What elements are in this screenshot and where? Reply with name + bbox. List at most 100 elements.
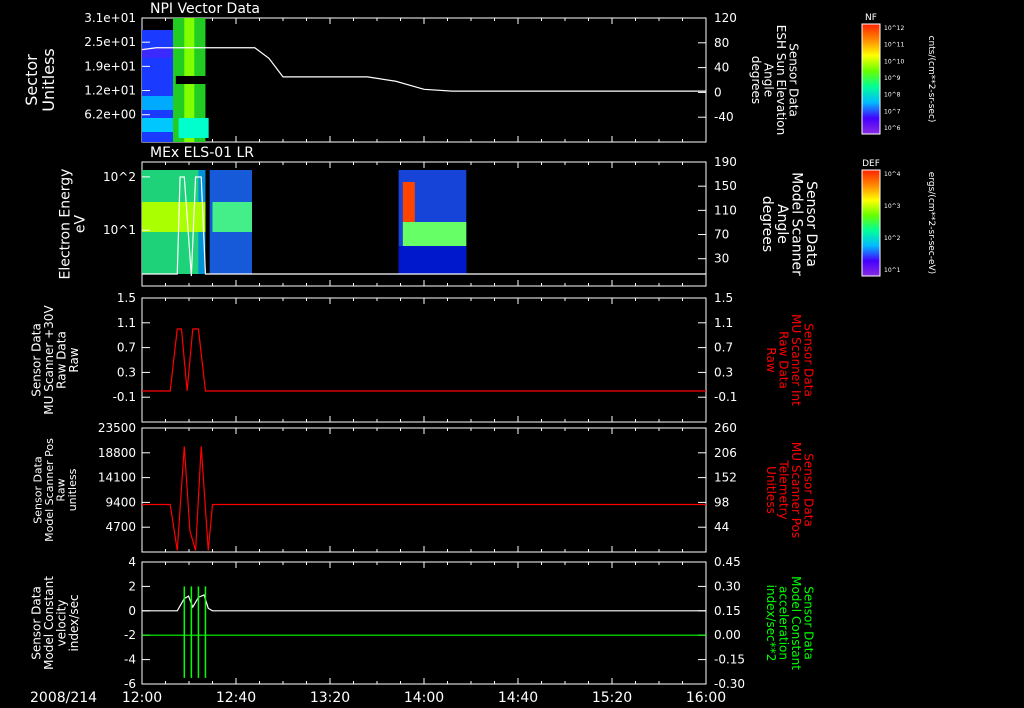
right-tick-label: 44 [714,520,729,534]
time-tick-label: 14:40 [498,690,538,706]
y-tick-label: 4 [128,555,136,569]
colorbar-tick-label: 10^4 [884,171,901,178]
y-tick-label: 0 [128,604,136,618]
heatmap-cell [212,202,252,232]
right-axis-label: Sensor DataESH Sun ElevationAngledegrees [749,25,801,135]
heatmap-cell [178,118,209,138]
heatmap-cell [402,182,415,222]
left-axis-label-line: index/sec [67,594,81,651]
right-tick-label: 0.30 [714,579,741,593]
y-tick-label: 2.5e+01 [84,35,136,49]
right-tick-label: 206 [714,446,737,460]
left-axis-label: Electron EnergyeV [58,169,89,280]
colorbar-tick-label: 10^2 [884,235,901,242]
right-axis-label: Sensor DataMU Scanner IntRaw DataRaw [764,314,816,406]
right-tick-label: 190 [714,155,737,169]
colorbar-tick-label: 10^11 [884,42,904,49]
right-tick-label: 40 [714,61,729,75]
y-tick-label: 0.3 [117,365,136,379]
right-axis-label-line: Sensor Data [803,181,819,267]
left-axis-label-line: Electron Energy [58,169,74,280]
y-tick-label: 10^2 [103,170,136,184]
right-tick-label: 0.45 [714,555,741,569]
left-axis-label-line: Raw [67,347,81,372]
right-tick-label: 120 [714,11,737,25]
left-axis-label: Sensor DataMU Scanner +30VRaw DataRaw [29,305,81,415]
panel-frame [141,297,707,423]
right-axis-label: Sensor DataModel Constantaccelerationind… [764,576,816,670]
right-tick-label: 70 [714,228,729,242]
y-tick-label: 4700 [105,520,136,534]
right-tick-label: 80 [714,36,729,50]
right-tick-label: 0.3 [714,365,733,379]
y-tick-label: 1.2e+01 [84,84,136,98]
colorbar-units: cnts/(cm**2-sr-sec) [926,36,936,123]
y-tick-label: 0.7 [117,341,136,355]
right-tick-label: 110 [714,203,737,217]
right-axis-label-line: Unitless [764,466,778,514]
y-tick-label: 1.5 [117,291,136,305]
heatmap-cell [142,202,206,232]
right-tick-label: 0.7 [714,341,733,355]
colorbar-tag: NF [865,13,877,23]
right-tick-label: 260 [714,421,737,435]
y-tick-label: -4 [124,653,136,667]
colorbar-tick-label: 10^10 [884,58,904,65]
colorbar-tag: DEF [862,159,880,169]
colorbar-units-line: ergs/(cm**2-sr-sec-eV) [926,172,936,274]
panel-frame [141,427,707,553]
right-axis-label-line: Raw [764,347,778,372]
colorbar-tick-label: 10^1 [884,267,901,274]
sensor-plot-stack: 3.1e+01 2.5e+01 1.9e+01 1.2e+01 6.2e+00 120 80… [22,1,936,706]
panel-title: NPI Vector Data [150,1,260,17]
right-tick-label: 1.1 [714,316,733,330]
time-tick-label: 12:40 [216,690,256,706]
y-tick-label: 1.1 [117,316,136,330]
right-tick-label: -0.30 [714,677,745,691]
heatmap-cell [402,222,467,246]
right-tick-label: -0.15 [714,653,745,667]
y-tick-label: 18800 [98,446,136,460]
heatmap-cell [175,76,226,84]
y-tick-label: -0.1 [113,390,136,404]
left-axis-label-line: Unitless [39,48,58,112]
right-axis-label: Sensor DataModel ScannerAngledegrees [759,172,819,276]
right-axis-label-line: index/sec**2 [764,585,778,662]
left-axis-label-line: eV [72,214,88,233]
y-tick-label: -6 [124,677,136,691]
panel-frame [141,561,707,685]
right-axis-label-line: degrees [759,196,775,252]
time-tick-label: 15:20 [592,690,632,706]
right-tick-label: 30 [714,252,729,266]
y-tick-label: 14100 [98,471,136,485]
time-tick-label: 16:00 [686,690,726,706]
right-axis-label: Sensor DataMU Scanner PosTelemetryUnitle… [764,442,816,538]
left-axis-label-line: unitless [66,468,79,511]
right-axis-label-line: Angle [774,204,790,244]
right-axis-label-line: Model Scanner [788,172,804,276]
left-axis-label: SectorUnitless [22,48,58,112]
time-tick-label: 13:20 [310,690,350,706]
right-axis-label-line: degrees [749,56,763,104]
y-tick-label: 10^1 [103,223,136,237]
heatmap-cell [398,246,467,274]
time-tick-label: 12:00 [122,690,162,706]
right-tick-label: 0.15 [714,604,741,618]
colorbar-units: ergs/(cm**2-sr-sec-eV) [926,172,936,274]
y-tick-label: 9400 [105,495,136,509]
colorbar-tick-label: 10^7 [884,108,901,115]
y-tick-label: -2 [124,628,136,642]
panel-frame [141,17,707,143]
right-tick-label: 98 [714,495,729,509]
y-tick-label: 23500 [98,421,136,435]
colorbar-tick-label: 10^8 [884,92,901,99]
right-tick-label: -40 [714,110,734,124]
colorbar-tick-label: 10^12 [884,25,904,32]
colorbar-tick-label: 10^6 [884,125,901,132]
right-tick-label: 1.5 [714,291,733,305]
y-tick-label: 6.2e+00 [84,108,136,122]
right-tick-label: 0 [714,85,722,99]
y-tick-label: 2 [128,579,136,593]
left-axis-label: Sensor DataModel Scanner PosRawunitless [32,438,80,542]
left-axis-label: Sensor DataModel Constantvelocityindex/s… [29,576,81,670]
